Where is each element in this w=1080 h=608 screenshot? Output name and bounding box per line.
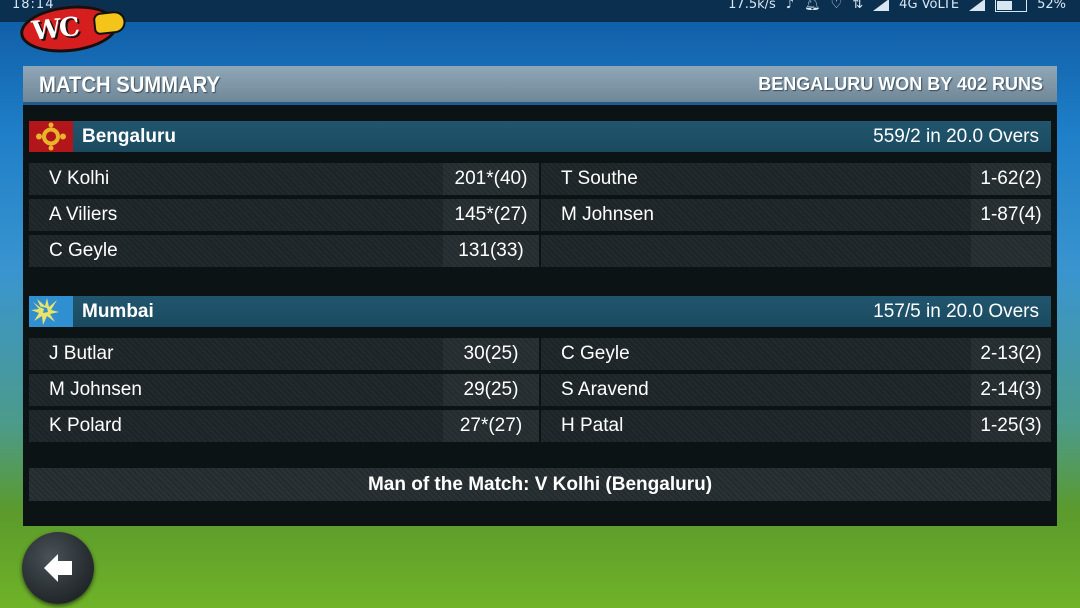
- bowling-figures: 1-62(2): [971, 163, 1051, 195]
- player-score: 27*(27): [443, 410, 539, 442]
- bengaluru-flag-icon: [29, 121, 73, 152]
- player-score: 29(25): [443, 374, 539, 406]
- match-summary-panel: MATCH SUMMARY BENGALURU WON BY 402 RUNS …: [23, 66, 1057, 526]
- bowling-row: M Johnsen 1-87(4): [541, 199, 1051, 233]
- team-bar-bengaluru: Bengaluru 559/2 in 20.0 Overs: [29, 121, 1051, 152]
- bowling-row: H Patal 1-25(3): [541, 410, 1051, 444]
- batting-row: A Viliers 145*(27): [29, 199, 539, 233]
- panel-header: MATCH SUMMARY BENGALURU WON BY 402 RUNS: [23, 66, 1057, 105]
- player-name: S Aravend: [561, 379, 649, 400]
- battery-icon: [995, 0, 1028, 12]
- player-name: C Geyle: [561, 343, 630, 364]
- bowling-figures: 1-87(4): [971, 199, 1051, 231]
- bowling-figures: 2-14(3): [971, 374, 1051, 406]
- team-score: 157/5 in 20.0 Overs: [873, 301, 1039, 322]
- player-score: 30(25): [443, 338, 539, 370]
- batting-row: C Geyle 131(33): [29, 235, 539, 269]
- match-result: BENGALURU WON BY 402 RUNS: [758, 74, 1043, 94]
- player-score: 131(33): [443, 235, 539, 267]
- status-bar: 18:14 17.5k/s ♪ 🔔︎ ♡ ⇅ 4G VoLTE 52%: [0, 0, 1080, 22]
- logo-mark: WC: [30, 12, 80, 47]
- bowling-figures: 2-13(2): [971, 338, 1051, 370]
- player-score: 201*(40): [443, 163, 539, 195]
- page-title: MATCH SUMMARY: [39, 72, 221, 97]
- batting-row: M Johnsen 29(25): [29, 374, 539, 408]
- player-name: M Johnsen: [561, 204, 654, 225]
- team-name: Bengaluru: [82, 126, 176, 147]
- team-score: 559/2 in 20.0 Overs: [873, 126, 1039, 147]
- network-type: 4G VoLTE: [899, 0, 960, 12]
- wifi-icon: ♡: [830, 0, 843, 12]
- team-bar-mumbai: Mumbai 157/5 in 20.0 Overs: [29, 296, 1051, 327]
- signal-icon-2: [969, 0, 986, 11]
- batting-row: V Kolhi 201*(40): [29, 163, 539, 197]
- batting-row: K Polard 27*(27): [29, 410, 539, 444]
- bowling-figures: [971, 235, 1051, 267]
- logo-beak: [94, 12, 125, 34]
- status-icons: 17.5k/s ♪ 🔔︎ ♡ ⇅ 4G VoLTE 52%: [728, 0, 1066, 12]
- bowling-row: C Geyle 2-13(2): [541, 338, 1051, 372]
- bowling-figures: 1-25(3): [971, 410, 1051, 442]
- player-score: 145*(27): [443, 199, 539, 231]
- player-name: J Butlar: [49, 343, 114, 364]
- team-name: Mumbai: [82, 301, 154, 322]
- music-icon: ♪: [785, 0, 795, 12]
- player-name: M Johnsen: [49, 379, 142, 400]
- batting-row: J Butlar 30(25): [29, 338, 539, 372]
- back-arrow-icon: [44, 554, 72, 582]
- battery-percent: 52%: [1037, 0, 1066, 12]
- signal-icon: [873, 0, 890, 11]
- data-arrows-icon: ⇅: [852, 0, 864, 12]
- bowling-row-empty: [541, 235, 1051, 269]
- player-name: H Patal: [561, 415, 624, 436]
- notification-bell-icon: 🔔︎: [804, 0, 821, 12]
- mumbai-flag-icon: [29, 296, 73, 327]
- back-button[interactable]: [22, 532, 94, 604]
- player-name: T Southe: [561, 168, 638, 189]
- player-name: K Polard: [49, 415, 122, 436]
- bowling-row: T Southe 1-62(2): [541, 163, 1051, 197]
- bowling-row: S Aravend 2-14(3): [541, 374, 1051, 408]
- player-name: V Kolhi: [49, 168, 110, 189]
- player-name: C Geyle: [49, 240, 118, 261]
- man-of-the-match: Man of the Match: V Kolhi (Bengaluru): [29, 468, 1051, 501]
- network-speed: 17.5k/s: [728, 0, 776, 12]
- player-name: A Viliers: [49, 204, 118, 225]
